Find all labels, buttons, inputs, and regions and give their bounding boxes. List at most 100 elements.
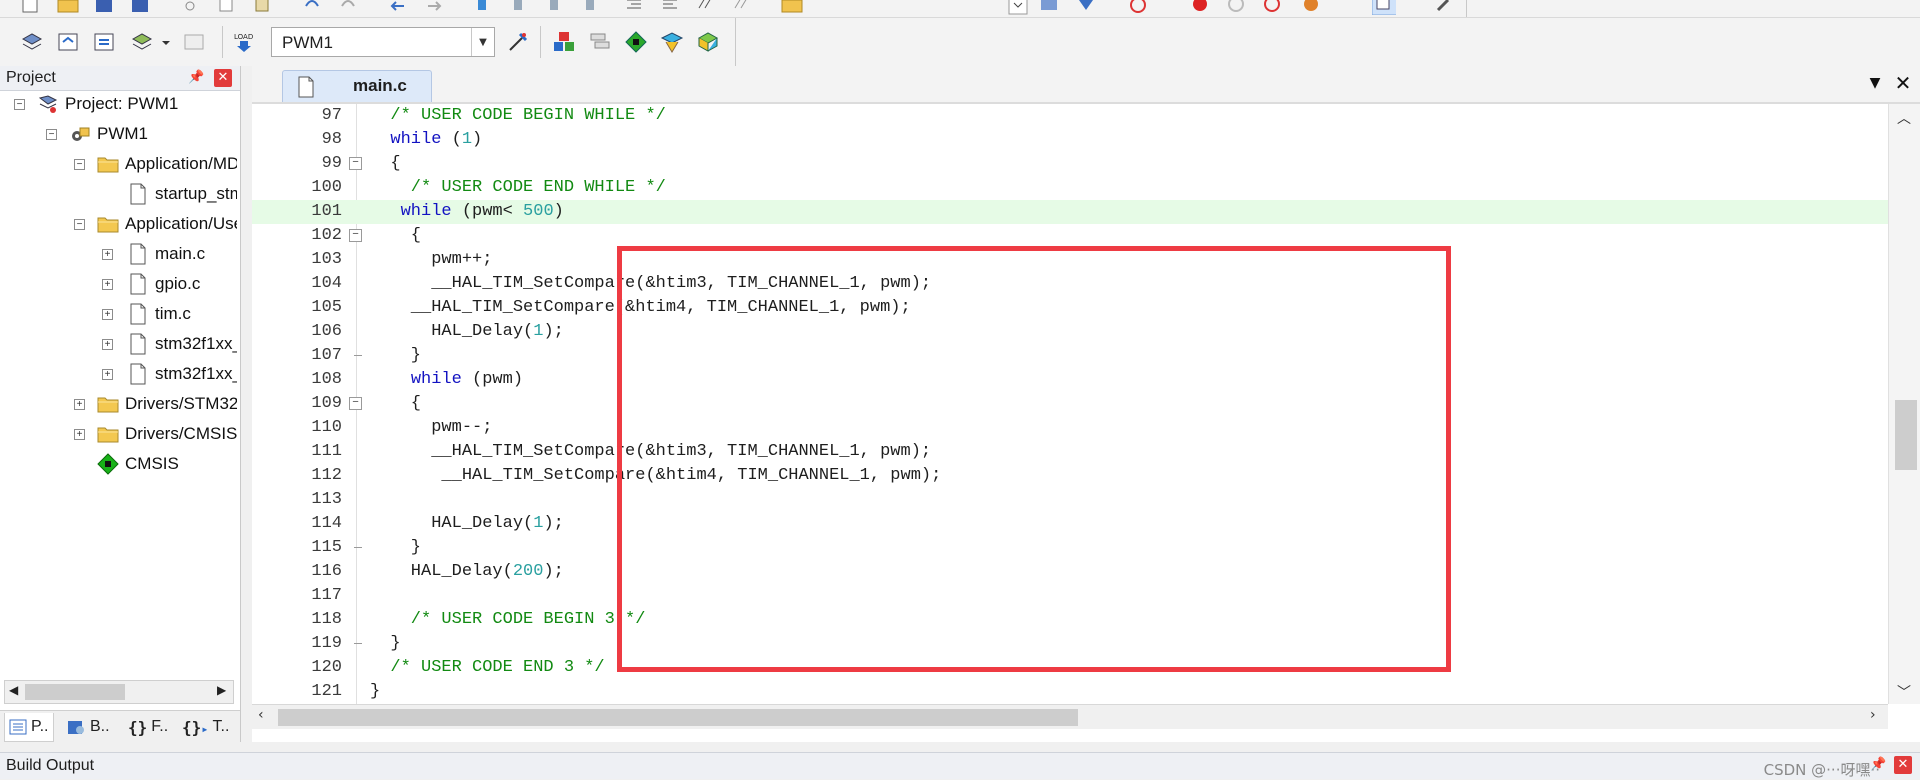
manage-components-icon[interactable] (588, 30, 612, 54)
save-all-icon[interactable] (128, 0, 152, 16)
incremental-find-icon[interactable] (1038, 0, 1062, 16)
tab-templates[interactable]: {}▸ T.. (178, 713, 233, 741)
prev-bookmark-icon[interactable] (506, 0, 530, 16)
tab-functions[interactable]: {} F.. (124, 713, 172, 741)
tree-item[interactable]: − Application/MDK-ARM (74, 151, 237, 177)
uncomment-icon[interactable] (730, 0, 754, 16)
close-icon[interactable]: ✕ (214, 69, 232, 87)
redo-icon[interactable] (336, 0, 360, 16)
scroll-right-icon[interactable]: › (1870, 707, 1876, 723)
nav-back-icon[interactable] (386, 0, 410, 16)
expand-icon[interactable]: + (102, 338, 113, 350)
indent-icon[interactable] (622, 0, 646, 16)
run-time-environment-icon[interactable] (696, 30, 720, 54)
code-line[interactable]: 100 /* USER CODE END WHILE */ (252, 176, 1888, 200)
next-bookmark-icon[interactable] (542, 0, 566, 16)
configure-icon[interactable] (1432, 0, 1456, 16)
bookmark-icon[interactable] (470, 0, 494, 16)
batch-build-dropdown-icon[interactable] (154, 30, 178, 54)
select-packs-icon[interactable] (624, 30, 648, 54)
pack-installer-icon[interactable] (660, 30, 684, 54)
code-line[interactable]: 101 while (pwm< 500) (252, 200, 1888, 224)
editor-vscroll[interactable]: ︿ ﹀ (1888, 104, 1920, 704)
expand-icon[interactable]: + (74, 428, 85, 440)
kill-breakpoints-icon[interactable] (1300, 0, 1324, 16)
download-icon[interactable]: LOAD (232, 30, 256, 54)
code-line[interactable]: 112 __HAL_TIM_SetCompare(&htim4, TIM_CHA… (252, 464, 1888, 488)
tree-item[interactable]: + Drivers/STM32F1xx_HAL_Driver (74, 391, 237, 417)
unindent-icon[interactable] (658, 0, 682, 16)
tree-item[interactable]: + gpio.c (102, 271, 200, 297)
chevron-down-icon[interactable]: ▼ (471, 28, 494, 56)
code-line[interactable]: 104 __HAL_TIM_SetCompare(&htim3, TIM_CHA… (252, 272, 1888, 296)
code-line[interactable]: 118 /* USER CODE BEGIN 3 */ (252, 608, 1888, 632)
start-debug-icon[interactable] (1126, 0, 1150, 16)
tree-item[interactable]: − Application/User (74, 211, 237, 237)
debug-session-icon[interactable] (1074, 0, 1098, 16)
code-line[interactable]: 115 } (252, 536, 1888, 560)
new-file-icon[interactable] (18, 0, 42, 16)
collapse-icon[interactable]: − (74, 158, 85, 170)
scrollbar-thumb[interactable] (25, 684, 125, 700)
build-icon[interactable] (56, 30, 80, 54)
code-line[interactable]: 108 while (pwm) (252, 368, 1888, 392)
close-icon[interactable]: ✕ (1892, 72, 1914, 94)
find-in-files-icon[interactable] (780, 0, 804, 16)
undo-icon[interactable] (300, 0, 324, 16)
pin-icon[interactable]: 📌 (188, 70, 204, 86)
tree-item[interactable]: + main.c (102, 241, 205, 267)
code-line[interactable]: 110 pwm--; (252, 416, 1888, 440)
code-line[interactable]: 102− { (252, 224, 1888, 248)
code-area[interactable]: 97 /* USER CODE BEGIN WHILE */98 while (… (252, 104, 1888, 704)
target-select[interactable]: PWM1 ▼ (271, 27, 495, 57)
stop-build-icon[interactable] (182, 30, 206, 54)
code-line[interactable]: 98 while (1) (252, 128, 1888, 152)
tab-books[interactable]: B.. (62, 713, 114, 741)
window-layout-icon[interactable] (1372, 0, 1396, 16)
scroll-up-icon[interactable]: ︿ (1897, 108, 1911, 128)
collapse-icon[interactable]: − (14, 98, 25, 110)
code-line[interactable]: 106 HAL_Delay(1); (252, 320, 1888, 344)
code-line[interactable]: 105 __HAL_TIM_SetCompare(&htim4, TIM_CHA… (252, 296, 1888, 320)
open-folder-icon[interactable] (56, 0, 80, 16)
scroll-left-icon[interactable]: ‹ (258, 707, 264, 723)
clear-bookmarks-icon[interactable] (578, 0, 602, 16)
chevron-down-icon[interactable]: ▼ (1866, 75, 1884, 93)
batch-build-icon[interactable] (130, 30, 154, 54)
disable-breakpoints-icon[interactable] (1260, 0, 1284, 16)
enable-breakpoint-icon[interactable] (1224, 0, 1248, 16)
tree-item[interactable]: CMSIS (74, 451, 179, 477)
tree-item[interactable]: − Project: PWM1 (14, 91, 178, 117)
code-line[interactable]: 113 (252, 488, 1888, 512)
scroll-right-icon[interactable]: ▶ (217, 683, 226, 697)
pin-icon[interactable]: 📌 (1870, 757, 1886, 772)
close-icon[interactable]: ✕ (1894, 756, 1912, 774)
file-extensions-icon[interactable] (552, 30, 576, 54)
tree-item[interactable]: + Drivers/CMSIS (74, 421, 237, 447)
code-line[interactable]: 116 HAL_Delay(200); (252, 560, 1888, 584)
code-line[interactable]: 111 __HAL_TIM_SetCompare(&htim3, TIM_CHA… (252, 440, 1888, 464)
editor-hscroll[interactable]: ‹ › (252, 704, 1888, 729)
tab-project[interactable]: P.. (4, 713, 54, 742)
expand-icon[interactable]: + (102, 278, 113, 290)
cut-icon[interactable] (178, 0, 202, 16)
target-options-icon[interactable] (506, 30, 530, 54)
scroll-down-icon[interactable]: ﹀ (1897, 682, 1911, 702)
expand-icon[interactable]: + (102, 368, 113, 380)
fold-collapse-icon[interactable]: − (349, 229, 362, 242)
code-line[interactable]: 103 pwm++; (252, 248, 1888, 272)
fold-collapse-icon[interactable]: − (349, 397, 362, 410)
tree-item[interactable]: + stm32f1xx_hal_msp.c (102, 361, 237, 387)
tree-item[interactable]: + stm32f1xx_it.c (102, 331, 237, 357)
nav-forward-icon[interactable] (422, 0, 446, 16)
code-line[interactable]: 117 (252, 584, 1888, 608)
scrollbar-thumb[interactable] (278, 709, 1078, 726)
scroll-left-icon[interactable]: ◀ (9, 683, 18, 697)
translate-icon[interactable] (20, 30, 44, 54)
insert-breakpoint-icon[interactable] (1188, 0, 1212, 16)
code-line[interactable]: 114 HAL_Delay(1); (252, 512, 1888, 536)
tree-item[interactable]: + tim.c (102, 301, 191, 327)
comment-icon[interactable] (694, 0, 718, 16)
expand-icon[interactable]: + (102, 308, 113, 320)
expand-icon[interactable]: + (102, 248, 113, 260)
